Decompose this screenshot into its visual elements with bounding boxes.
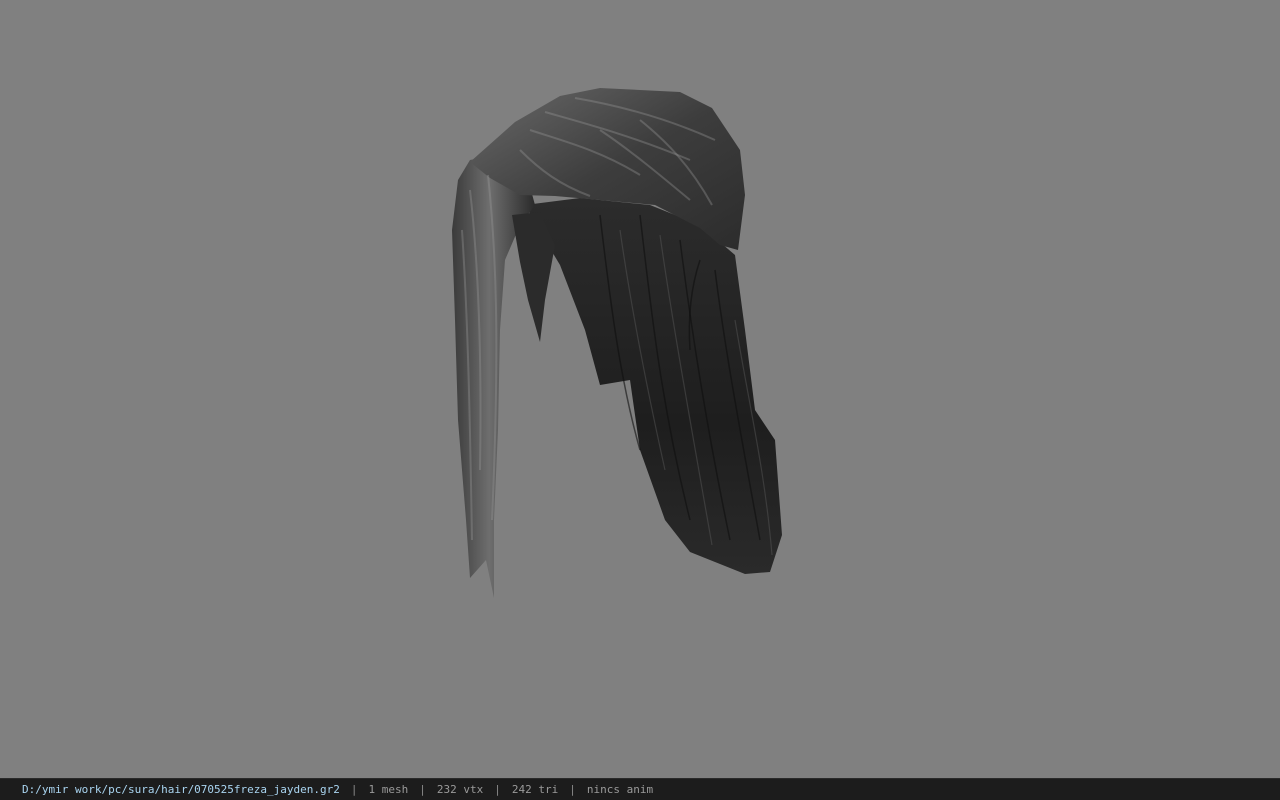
status-separator: | xyxy=(494,783,501,796)
status-separator: | xyxy=(419,783,426,796)
3d-viewport[interactable] xyxy=(0,0,1280,778)
status-separator: | xyxy=(350,783,358,796)
triangle-count: 242 tri xyxy=(511,783,559,796)
vertex-count: 232 vtx xyxy=(436,783,484,796)
hair-fringe xyxy=(512,212,555,342)
animation-status: nincs anim xyxy=(586,783,654,796)
status-bar: D:/ymir work/pc/sura/hair/070525freza_ja… xyxy=(0,778,1280,800)
hair-back-mass xyxy=(525,198,782,574)
mesh-count: 1 mesh xyxy=(368,783,409,796)
hair-model xyxy=(452,88,782,598)
file-path: D:/ymir work/pc/sura/hair/070525freza_ja… xyxy=(22,783,340,796)
status-separator: | xyxy=(569,783,576,796)
